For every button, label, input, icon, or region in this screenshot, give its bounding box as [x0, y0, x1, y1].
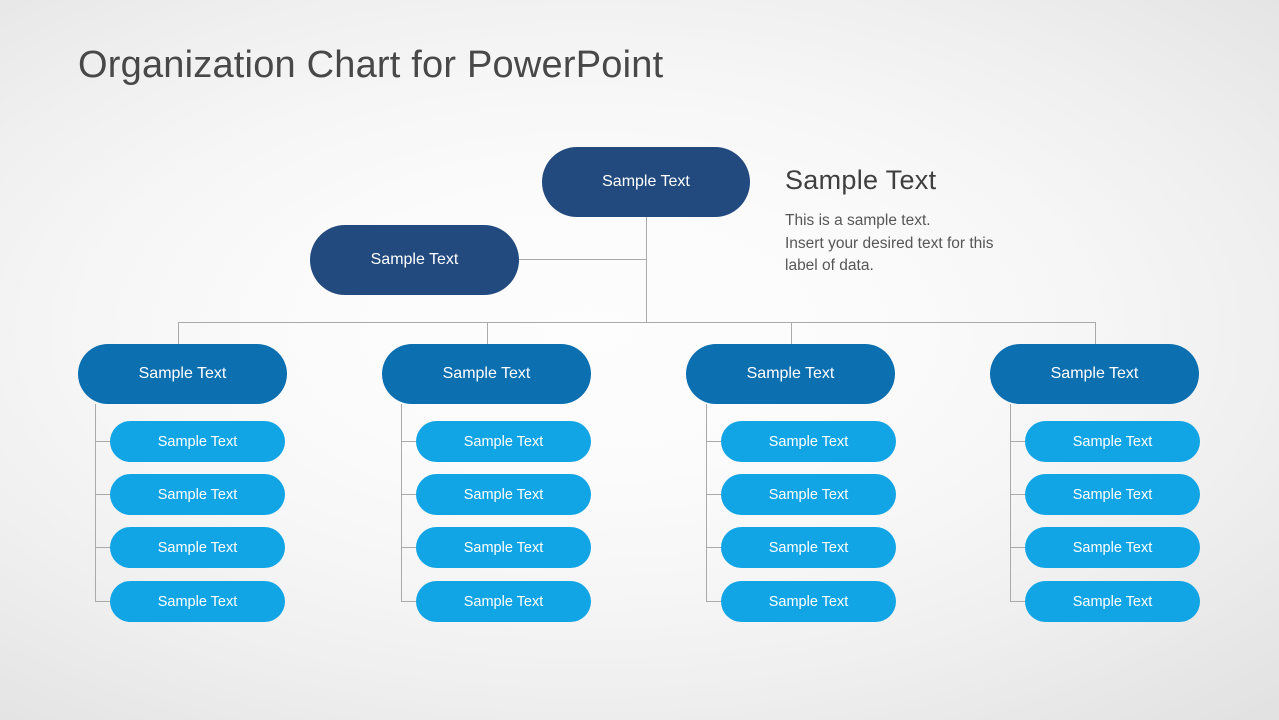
org-node-branch-2-child-1[interactable]: Sample Text — [416, 421, 591, 462]
connector-leaf-spine-2 — [401, 404, 402, 601]
side-label-line-2: Insert your desired text for this — [785, 234, 994, 252]
org-node-branch-1-child-1[interactable]: Sample Text — [110, 421, 285, 462]
connector-branch-drop-1 — [178, 322, 179, 344]
org-node-branch-1-child-3[interactable]: Sample Text — [110, 527, 285, 568]
connector-root-stem — [646, 217, 647, 322]
connector-branch-drop-3 — [791, 322, 792, 344]
connector-horizontal-bus — [178, 322, 1096, 323]
side-label-heading: Sample Text — [785, 165, 937, 195]
side-label-line-1: This is a sample text. — [785, 212, 931, 229]
side-label-block: Sample Text This is a sample text. Inser… — [785, 165, 1060, 278]
side-label-body: This is a sample text. Insert your desir… — [785, 210, 1060, 278]
org-node-assistant[interactable]: Sample Text — [310, 225, 519, 295]
org-node-branch-4-child-2[interactable]: Sample Text — [1025, 474, 1200, 515]
connector-branch-drop-2 — [487, 322, 488, 344]
connector-assistant-link — [519, 259, 647, 260]
side-label-line-3: label of data. — [785, 257, 874, 274]
connector-branch-drop-4 — [1095, 322, 1096, 344]
org-node-branch-3-child-3[interactable]: Sample Text — [721, 527, 896, 568]
org-node-branch-1[interactable]: Sample Text — [78, 344, 287, 404]
org-node-branch-4-child-3[interactable]: Sample Text — [1025, 527, 1200, 568]
org-node-branch-4-child-4[interactable]: Sample Text — [1025, 581, 1200, 622]
org-node-branch-4-child-1[interactable]: Sample Text — [1025, 421, 1200, 462]
connector-leaf-spine-4 — [1010, 404, 1011, 601]
org-node-branch-3-child-1[interactable]: Sample Text — [721, 421, 896, 462]
org-node-root[interactable]: Sample Text — [542, 147, 750, 217]
org-node-branch-1-child-4[interactable]: Sample Text — [110, 581, 285, 622]
org-node-branch-2-child-2[interactable]: Sample Text — [416, 474, 591, 515]
org-node-branch-2[interactable]: Sample Text — [382, 344, 591, 404]
org-node-branch-3-child-4[interactable]: Sample Text — [721, 581, 896, 622]
org-node-branch-3-child-2[interactable]: Sample Text — [721, 474, 896, 515]
organization-chart-slide: Organization Chart for PowerPoint Sample… — [0, 0, 1279, 720]
org-node-branch-4[interactable]: Sample Text — [990, 344, 1199, 404]
connector-leaf-spine-3 — [706, 404, 707, 601]
org-node-branch-3[interactable]: Sample Text — [686, 344, 895, 404]
connector-leaf-spine-1 — [95, 404, 96, 601]
org-node-branch-1-child-2[interactable]: Sample Text — [110, 474, 285, 515]
page-title: Organization Chart for PowerPoint — [78, 44, 664, 86]
org-node-branch-2-child-3[interactable]: Sample Text — [416, 527, 591, 568]
org-node-branch-2-child-4[interactable]: Sample Text — [416, 581, 591, 622]
